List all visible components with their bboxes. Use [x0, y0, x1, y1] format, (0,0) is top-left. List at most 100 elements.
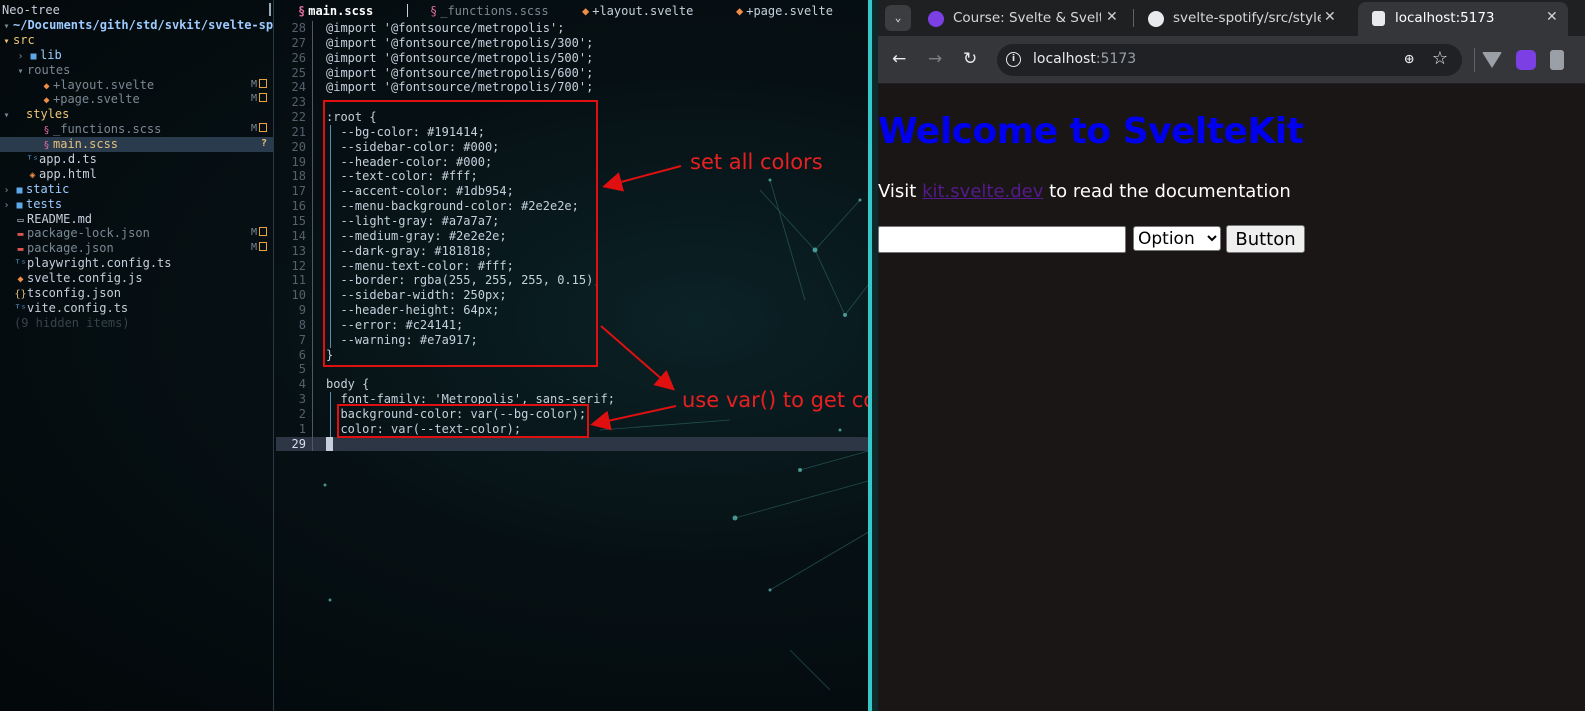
- option-select[interactable]: Option: [1133, 226, 1221, 251]
- tree-item-package-lock[interactable]: ▬ package-lock.json M: [0, 226, 273, 241]
- tree-root[interactable]: ▾~/Documents/gith/std/svkit/svelte-spoti…: [0, 18, 273, 33]
- sass-icon: §: [430, 4, 438, 18]
- forward-arrow-icon[interactable]: →: [928, 49, 942, 69]
- bookmark-star-icon[interactable]: ☆: [1432, 48, 1448, 69]
- folder-open-icon: ▾: [17, 65, 24, 77]
- markdown-icon: ▭: [17, 214, 24, 226]
- svelte-icon: ◆: [17, 274, 24, 286]
- tree-item-tsconfig[interactable]: {}tsconfig.json: [0, 286, 273, 301]
- svelte-icon: ◆: [43, 80, 50, 92]
- tree-item-styles[interactable]: ▾ styles: [0, 107, 273, 122]
- page-intro-text: Visit kit.svelte.dev to read the documen…: [878, 181, 1291, 202]
- folder-open-icon: ▾: [3, 21, 10, 32]
- git-modified-badge: M: [251, 92, 267, 107]
- folder-icon: ■: [16, 184, 23, 196]
- tree-item-readme[interactable]: ▭ README.md: [0, 212, 273, 227]
- sass-icon: §: [43, 140, 50, 152]
- tree-item-playwright-config[interactable]: ᵀˢplaywright.config.ts: [0, 256, 273, 271]
- folder-open-icon: ▾: [3, 35, 10, 47]
- sass-icon: §: [43, 125, 50, 137]
- tree-item-layout-svelte[interactable]: ◆ +layout.svelte M: [0, 78, 273, 93]
- tree-item-lib[interactable]: › ■ lib: [0, 48, 273, 63]
- back-arrow-icon[interactable]: ←: [892, 49, 906, 69]
- tab-layout-svelte[interactable]: ◆ +layout.svelte: [582, 4, 693, 18]
- reload-icon[interactable]: ↻: [963, 49, 977, 69]
- tab-main-scss[interactable]: § main.scss: [298, 4, 412, 18]
- browser-tab-github[interactable]: svelte-spotify/src/styles ✕: [1136, 2, 1341, 36]
- address-bar[interactable]: i localhost:5173 ⊕ ☆: [997, 44, 1462, 76]
- extension-icon[interactable]: [1550, 50, 1564, 70]
- git-modified-badge: M: [251, 122, 267, 137]
- tree-item-package-json[interactable]: ▬ package.json M: [0, 241, 273, 256]
- chevron-right-icon: ›: [3, 199, 10, 211]
- site-info-icon[interactable]: i: [1006, 52, 1021, 67]
- page-button[interactable]: Button: [1226, 225, 1305, 253]
- typescript-icon: ᵀˢ: [14, 259, 27, 271]
- close-tab-icon[interactable]: ✕: [1106, 9, 1118, 25]
- chevron-right-icon: ›: [3, 184, 10, 196]
- code-line-current[interactable]: 29}: [276, 436, 868, 452]
- tree-item-routes[interactable]: ▾ routes: [0, 63, 273, 78]
- github-icon: [1148, 11, 1164, 27]
- html-icon: ◈: [29, 169, 36, 181]
- tree-hidden-items[interactable]: (9 hidden items): [0, 316, 273, 331]
- file-explorer: Neo-tree ▾ ~/Documents/gith/std/svkit/sve…: [0, 0, 274, 711]
- explorer-title: Neo-tree: [0, 0, 273, 18]
- code-line[interactable]: 26 @import '@fontsource/metropolis/500';: [276, 50, 868, 66]
- folder-icon: ■: [16, 199, 23, 211]
- address-url[interactable]: localhost:5173: [1033, 51, 1136, 67]
- root-highlight-box: [323, 100, 598, 367]
- json-icon: {}: [14, 289, 27, 301]
- tree-item-functions-scss[interactable]: § _functions.scss M: [0, 122, 273, 137]
- git-modified-badge: M: [251, 78, 267, 93]
- npm-icon: ▬: [17, 229, 24, 241]
- tree-item-tests[interactable]: › ■ tests: [0, 197, 273, 212]
- close-tab-icon[interactable]: ✕: [1324, 9, 1336, 25]
- annotation-set-colors: set all colors: [690, 150, 823, 174]
- tab-functions-scss[interactable]: § _functions.scss: [430, 4, 549, 18]
- browser-tab-localhost[interactable]: localhost:5173 ✕: [1358, 2, 1568, 36]
- git-modified-badge: M: [251, 226, 267, 241]
- terminal-window: Neo-tree ▾ ~/Documents/gith/std/svkit/sve…: [0, 0, 872, 711]
- typescript-icon: ᵀˢ: [14, 303, 27, 315]
- browser-tabstrip: ⌄ Course: Svelte & SvelteKit ✕ svelte-sp…: [878, 0, 1585, 36]
- body-highlight-box: [337, 404, 589, 438]
- sass-icon: §: [298, 4, 306, 18]
- editor-tabbar: § main.scss § _functions.scss ◆ +layout.sve…: [276, 0, 868, 21]
- code-line[interactable]: 28 @import '@fontsource/metropolis';: [276, 21, 868, 36]
- typescript-icon: ᵀˢ: [26, 155, 39, 167]
- page-icon: [1372, 11, 1385, 26]
- tree-item-src[interactable]: ▾ src: [0, 33, 273, 48]
- extension-icon[interactable]: [1516, 50, 1536, 70]
- npm-icon: ▬: [17, 244, 24, 256]
- tree-item-static[interactable]: › ■ static: [0, 182, 273, 197]
- text-cursor: }: [326, 436, 334, 451]
- chevron-down-icon: ⌄: [894, 11, 902, 24]
- text-input[interactable]: [878, 226, 1126, 253]
- svelte-icon: ◆: [736, 4, 744, 18]
- vuetify-extension-icon[interactable]: [1482, 52, 1502, 68]
- code-line[interactable]: 27 @import '@fontsource/metropolis/300';: [276, 35, 868, 51]
- close-tab-icon[interactable]: ✕: [1546, 9, 1558, 25]
- course-favicon-icon: [928, 11, 944, 27]
- tree-item-page-svelte[interactable]: ◆ +page.svelte M: [0, 92, 273, 107]
- tree-item-vite-config[interactable]: ᵀˢvite.config.ts: [0, 301, 273, 316]
- svelte-icon: ◆: [582, 4, 590, 18]
- tree-item-app-d-ts[interactable]: ᵀˢapp.d.ts: [0, 152, 273, 167]
- browser-tab-course[interactable]: Course: Svelte & SvelteKit ✕: [916, 2, 1126, 36]
- code-line[interactable]: 24 @import '@fontsource/metropolis/700';: [276, 80, 868, 96]
- tree-item-main-scss[interactable]: § main.scss ?: [0, 137, 273, 153]
- svelte-icon: ◆: [43, 95, 50, 107]
- cursor-bar: [269, 3, 271, 16]
- code-editor[interactable]: § main.scss § _functions.scss ◆ +layout.sve…: [276, 0, 872, 711]
- git-modified-badge: M: [251, 241, 267, 256]
- docs-link[interactable]: kit.svelte.dev: [922, 181, 1043, 202]
- code-line[interactable]: 25 @import '@fontsource/metropolis/600';: [276, 65, 868, 81]
- git-untracked-badge: ?: [260, 138, 267, 150]
- zoom-icon[interactable]: ⊕: [1404, 49, 1414, 68]
- tab-search-button[interactable]: ⌄: [885, 5, 911, 31]
- tree-item-svelte-config[interactable]: ◆ svelte.config.js: [0, 271, 273, 286]
- tab-page-svelte[interactable]: ◆ +page.svelte: [736, 4, 833, 18]
- tree-item-app-html[interactable]: ◈ app.html: [0, 167, 273, 182]
- folder-icon: ■: [30, 50, 37, 62]
